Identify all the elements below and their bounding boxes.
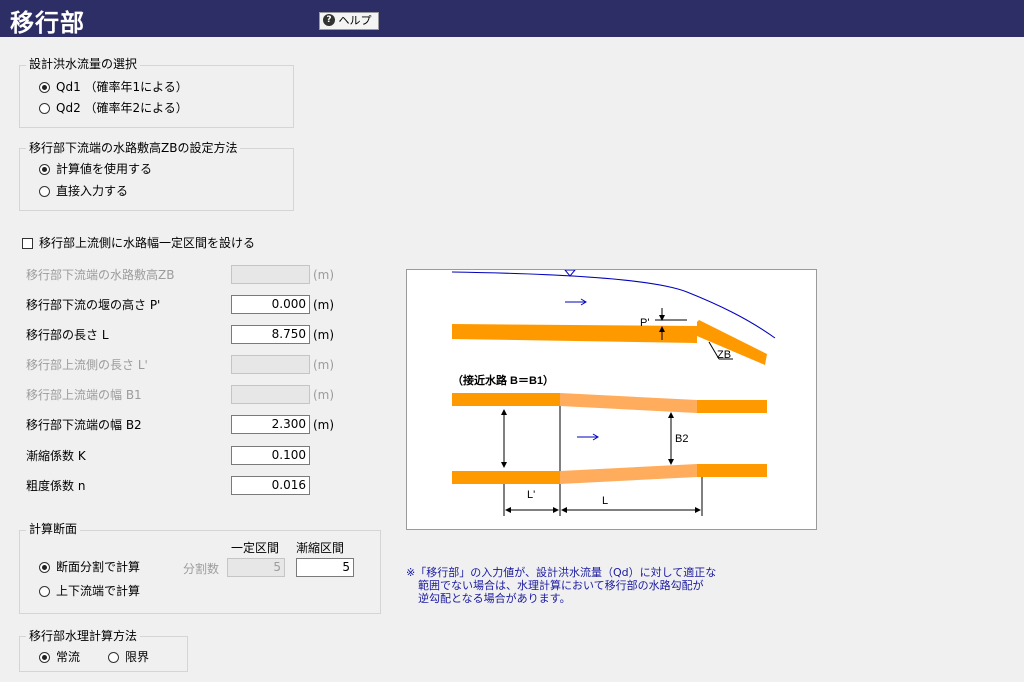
width-b2-unit: (m) — [313, 418, 335, 432]
help-label: ヘルプ — [338, 14, 372, 27]
length-l-unit: (m) — [313, 328, 335, 342]
diagram-svg: P' ZB （接近水路 B＝B1） B2 L' L — [451, 269, 776, 516]
calc-section-legend: 計算断面 — [26, 522, 81, 536]
zb-unit: (m) — [313, 268, 335, 282]
radio-qd2[interactable]: Qd2 （確率年2による） — [39, 101, 188, 115]
radio-qd1[interactable]: Qd1 （確率年1による） — [39, 80, 188, 94]
plan-upper-wall — [452, 393, 560, 406]
transition-diagram: P' ZB （接近水路 B＝B1） B2 L' L — [406, 269, 817, 530]
water-level-marker-icon — [563, 269, 577, 277]
discharge-legend: 設計洪水流量の選択 — [26, 57, 141, 71]
zb-diagram-label: ZB — [717, 349, 731, 361]
radio-indicator — [39, 164, 50, 175]
zb-input[interactable] — [231, 265, 310, 284]
approach-channel-label: （接近水路 B＝B1） — [452, 373, 554, 387]
radio-zb-direct[interactable]: 直接入力する — [39, 184, 128, 198]
radio-critical[interactable]: 限界 — [108, 650, 149, 664]
radio-label: Qd1 （確率年1による） — [56, 80, 188, 94]
width-b1-input[interactable] — [231, 385, 310, 404]
radio-zb-calculated[interactable]: 計算値を使用する — [39, 162, 152, 176]
radio-indicator — [39, 562, 50, 573]
length-l-prime-label: 移行部上流側の長さ L' — [26, 358, 148, 372]
radio-indicator — [108, 652, 119, 663]
title-bar: 移行部 ? ヘルプ — [0, 0, 1024, 37]
note-line: ※「移行部」の入力値が、設計洪水流量（Qd）に対して適正な — [406, 566, 717, 579]
radio-label: Qd2 （確率年2による） — [56, 101, 188, 115]
length-l-label: 移行部の長さ L — [26, 328, 109, 342]
taper-coef-label: 漸縮係数 K — [26, 449, 86, 463]
note-line: 範囲でない場合は、水理計算において移行部の水路勾配が — [418, 579, 704, 592]
radio-label: 限界 — [125, 650, 150, 664]
radio-indicator — [39, 186, 50, 197]
weir-height-unit: (m) — [313, 298, 335, 312]
divisions-constant-input[interactable]: 5 — [227, 558, 285, 577]
note-line: 逆勾配となる場合があります。 — [418, 592, 571, 605]
p-label: P' — [640, 317, 649, 329]
roughness-input[interactable]: 0.016 — [231, 476, 310, 495]
roughness-label: 粗度係数 n — [26, 479, 86, 493]
width-b1-label: 移行部上流端の幅 B1 — [26, 388, 142, 402]
radio-indicator — [39, 586, 50, 597]
weir-height-label: 移行部下流の堰の高さ P' — [26, 298, 161, 312]
radio-section-ends[interactable]: 上下流端で計算 — [39, 584, 140, 598]
discharge-group — [19, 65, 294, 128]
plan-upper-wall-down — [697, 400, 767, 413]
plan-lower-taper — [560, 464, 697, 484]
l-label: L — [602, 495, 608, 507]
radio-subcritical[interactable]: 常流 — [39, 650, 80, 664]
length-l-input[interactable]: 8.750 — [231, 325, 310, 344]
radio-label: 計算値を使用する — [56, 162, 153, 176]
zb-method-group — [19, 148, 294, 211]
radio-indicator — [39, 82, 50, 93]
constant-section-checkbox[interactable]: 移行部上流側に水路幅一定区間を設ける — [22, 236, 255, 250]
profile-channel-bed — [452, 324, 697, 343]
width-b2-label: 移行部下流端の幅 B2 — [26, 418, 142, 432]
width-b2-input[interactable]: 2.300 — [231, 415, 310, 434]
width-b1-unit: (m) — [313, 388, 335, 402]
window-title: 移行部 — [10, 9, 85, 37]
divisions-taper-input[interactable]: 5 — [296, 558, 354, 577]
zb-method-legend: 移行部下流端の水路敷高ZBの設定方法 — [26, 141, 241, 155]
weir-height-input[interactable]: 0.000 — [231, 295, 310, 314]
radio-indicator — [39, 652, 50, 663]
radio-label: 直接入力する — [56, 184, 129, 198]
hydraulic-legend: 移行部水理計算方法 — [26, 629, 141, 643]
col-header-constant: 一定区間 — [231, 541, 280, 555]
zb-label: 移行部下流端の水路敷高ZB — [26, 268, 175, 282]
length-l-prime-input[interactable] — [231, 355, 310, 374]
b2-label: B2 — [675, 433, 688, 445]
checkbox-label: 移行部上流側に水路幅一定区間を設ける — [39, 236, 256, 250]
divisions-label: 分割数 — [183, 562, 220, 576]
length-l-prime-unit: (m) — [313, 358, 335, 372]
radio-label: 上下流端で計算 — [56, 584, 141, 598]
profile-weir — [697, 320, 767, 365]
plan-upper-taper — [560, 393, 697, 413]
radio-section-divided[interactable]: 断面分割で計算 — [39, 560, 140, 574]
help-button[interactable]: ? ヘルプ — [319, 12, 379, 30]
help-icon: ? — [323, 14, 335, 26]
taper-coef-input[interactable]: 0.100 — [231, 446, 310, 465]
radio-indicator — [39, 103, 50, 114]
warning-note: ※「移行部」の入力値が、設計洪水流量（Qd）に対して適正な 範囲でない場合は、水… — [406, 566, 716, 605]
checkbox-indicator — [22, 238, 33, 249]
col-header-taper: 漸縮区間 — [296, 541, 345, 555]
plan-lower-wall — [452, 471, 560, 484]
plan-lower-wall-down — [697, 464, 767, 477]
radio-label: 断面分割で計算 — [56, 560, 141, 574]
l-prime-label: L' — [527, 489, 535, 501]
radio-label: 常流 — [56, 650, 81, 664]
